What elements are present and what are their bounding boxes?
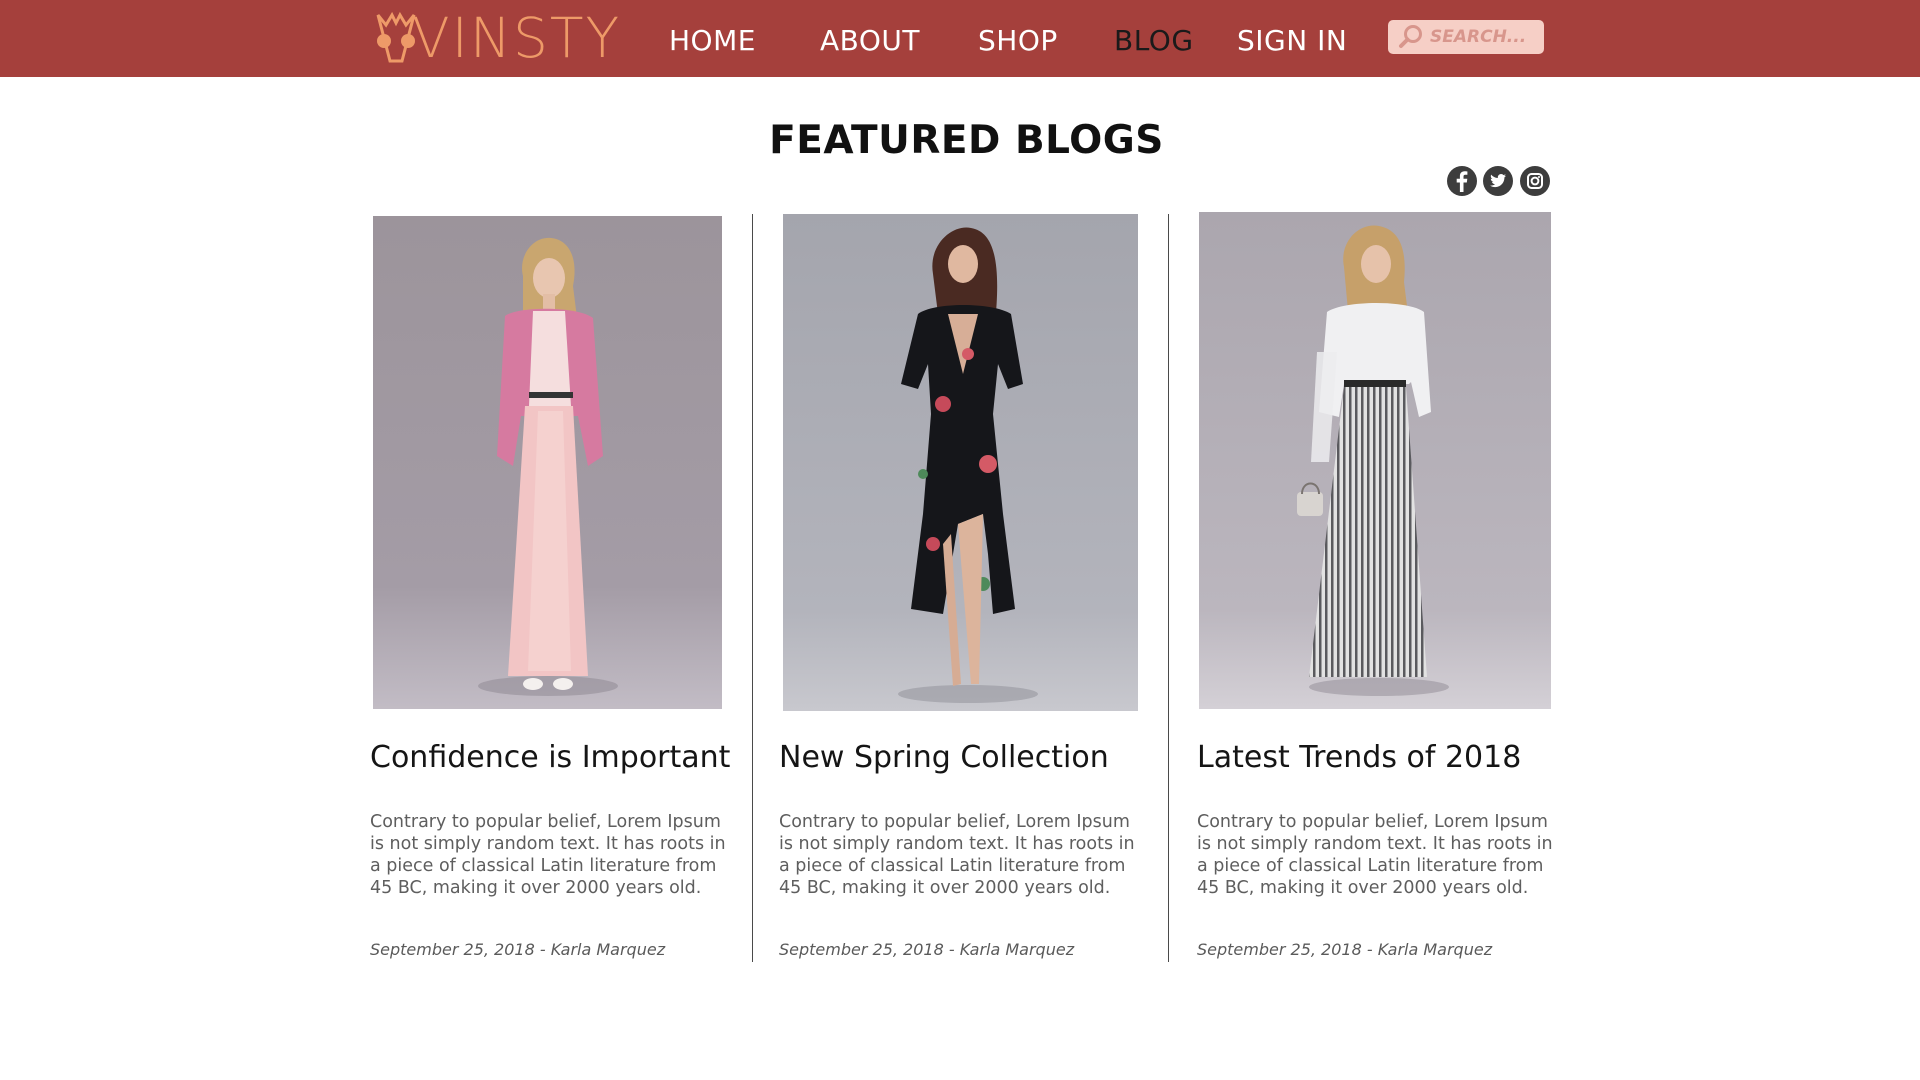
blog-image-1[interactable] (373, 216, 722, 709)
search-box[interactable] (1388, 20, 1544, 54)
blog-excerpt-3: Contrary to popular belief, Lorem Ipsum … (1197, 812, 1553, 898)
column-divider (1168, 214, 1169, 962)
nav-blog[interactable]: BLOG (1114, 22, 1194, 60)
nav-home[interactable]: HOME (669, 22, 756, 60)
search-input[interactable] (1428, 26, 1542, 48)
nav-shop[interactable]: SHOP (978, 22, 1058, 60)
blog-meta-1: September 25, 2018 - Karla Marquez (370, 940, 666, 959)
blog-title-3[interactable]: Latest Trends of 2018 (1197, 740, 1521, 775)
twitter-link[interactable] (1483, 166, 1513, 196)
top-navigation-bar: VINSTY HOME ABOUT SHOP BLOG SIGN IN (0, 0, 1920, 77)
column-divider (752, 214, 753, 962)
blog-image-2[interactable] (783, 214, 1138, 711)
blog-title-1[interactable]: Confidence is Important (370, 740, 730, 775)
model-floral-dress-photo (783, 214, 1138, 711)
model-pink-jacket-photo (373, 216, 722, 709)
nav-sign-in[interactable]: SIGN IN (1237, 22, 1347, 60)
logo-text: VINSTY (412, 6, 622, 70)
blog-excerpt-2: Contrary to popular belief, Lorem Ipsum … (779, 812, 1135, 898)
instagram-link[interactable] (1520, 166, 1550, 196)
twitter-icon (1490, 174, 1506, 188)
blog-image-3[interactable] (1199, 212, 1551, 709)
blog-title-2[interactable]: New Spring Collection (779, 740, 1109, 775)
blog-meta-3: September 25, 2018 - Karla Marquez (1197, 940, 1493, 959)
blog-meta-2: September 25, 2018 - Karla Marquez (779, 940, 1075, 959)
facebook-icon (1456, 171, 1468, 192)
page-title: FEATURED BLOGS (769, 118, 1164, 163)
blog-excerpt-1: Contrary to popular belief, Lorem Ipsum … (370, 812, 726, 898)
facebook-link[interactable] (1447, 166, 1477, 196)
instagram-icon (1527, 173, 1543, 189)
search-icon (1399, 25, 1422, 48)
nav-about[interactable]: ABOUT (820, 22, 920, 60)
site-logo[interactable]: VINSTY (372, 10, 621, 66)
model-striped-pants-photo (1199, 212, 1551, 709)
